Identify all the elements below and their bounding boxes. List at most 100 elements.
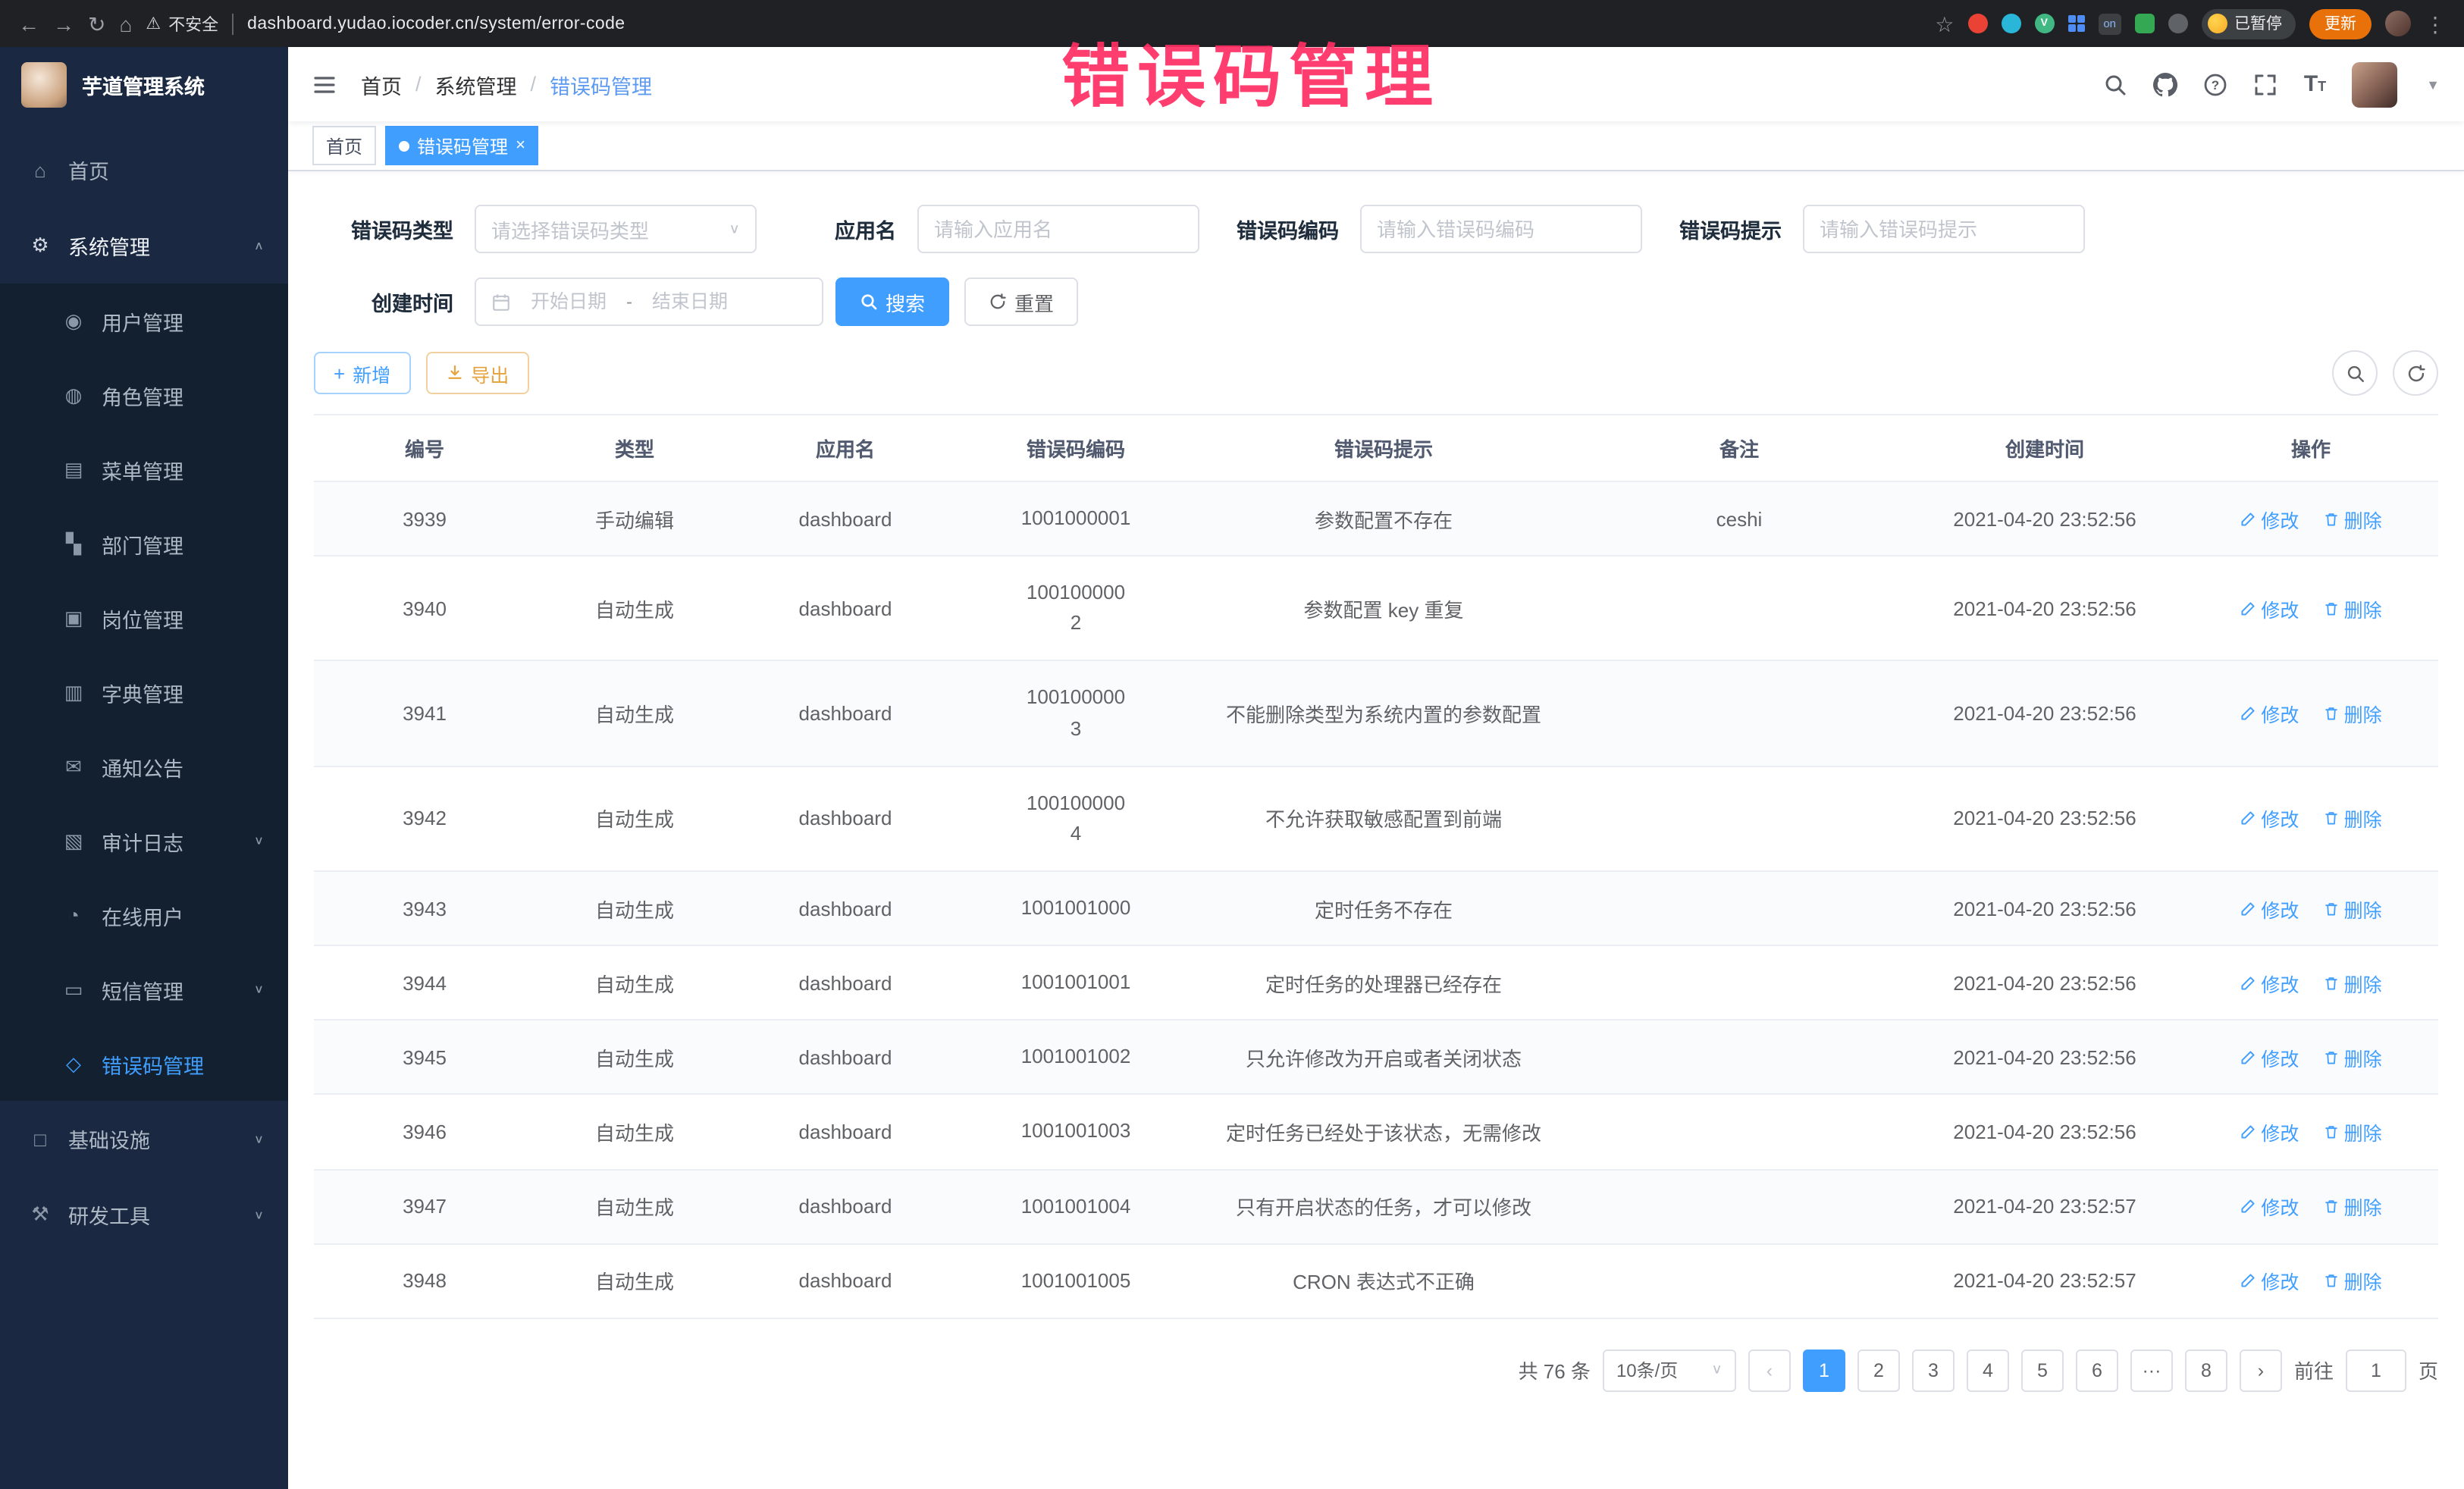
app-name-input[interactable] xyxy=(917,205,1199,253)
browser-menu-icon[interactable]: ⋮ xyxy=(2425,13,2446,34)
goto-page-input[interactable] xyxy=(2346,1350,2406,1392)
edit-link[interactable]: 修改 xyxy=(2240,699,2299,728)
delete-link[interactable]: 删除 xyxy=(2323,504,2382,533)
delete-link[interactable]: 删除 xyxy=(2323,1118,2382,1146)
view-tab[interactable]: 错误码管理 × xyxy=(385,126,539,165)
edit-link[interactable]: 修改 xyxy=(2240,1043,2299,1072)
cell-memo xyxy=(1572,1243,1906,1318)
extension-leaf-icon[interactable] xyxy=(2134,14,2154,33)
pagination: 共 76 条 10条/页 ∨ ‹ 1 2 3 xyxy=(314,1350,2438,1392)
extension-vue-devtools-icon[interactable]: V xyxy=(2034,14,2054,33)
refresh-button[interactable] xyxy=(2393,350,2438,396)
page-number-button[interactable]: 6 xyxy=(2076,1350,2118,1392)
sidebar-item[interactable]: ▥ 字典管理 xyxy=(0,655,288,729)
reload-icon[interactable]: ↻ xyxy=(88,13,105,34)
page-number-button[interactable]: 1 xyxy=(1803,1350,1845,1392)
extension-grid-icon[interactable] xyxy=(2067,15,2085,33)
profile-paused-chip[interactable]: 已暂停 xyxy=(2201,8,2296,39)
tab-close-icon[interactable]: × xyxy=(516,137,525,154)
fullscreen-icon[interactable] xyxy=(2254,72,2278,96)
forward-icon[interactable]: → xyxy=(53,13,74,34)
page-size-select[interactable]: 10条/页 ∨ xyxy=(1603,1350,1736,1392)
delete-link[interactable]: 删除 xyxy=(2323,968,2382,997)
view-tab[interactable]: 首页 × xyxy=(312,126,376,165)
sidebar-item[interactable]: ▭ 短信管理 ∨ xyxy=(0,952,288,1027)
error-code-input[interactable] xyxy=(1360,205,1642,253)
search-button[interactable]: 搜索 xyxy=(835,277,949,326)
page-number-button[interactable]: 4 xyxy=(1967,1350,2009,1392)
cell-app: dashboard xyxy=(734,661,957,766)
reset-button[interactable]: 重置 xyxy=(964,277,1078,326)
avatar-caret-icon[interactable]: ▼ xyxy=(2426,77,2440,92)
sidebar-item[interactable]: ▚ 部门管理 xyxy=(0,506,288,581)
sidebar-item[interactable]: ✉ 通知公告 xyxy=(0,729,288,804)
security-indicator[interactable]: ⚠ 不安全 xyxy=(146,11,218,36)
hamburger-icon[interactable] xyxy=(312,72,337,96)
delete-link[interactable]: 删除 xyxy=(2323,594,2382,623)
search-icon[interactable] xyxy=(2104,72,2128,96)
prev-page-button[interactable]: ‹ xyxy=(1748,1350,1791,1392)
cell-msg: 不能删除类型为系统内置的参数配置 xyxy=(1195,661,1572,766)
edit-link[interactable]: 修改 xyxy=(2240,1192,2299,1221)
page-number-button[interactable]: 5 xyxy=(2021,1350,2064,1392)
delete-link[interactable]: 删除 xyxy=(2323,894,2382,923)
bookmark-star-icon[interactable]: ☆ xyxy=(1935,13,1954,34)
edit-link[interactable]: 修改 xyxy=(2240,968,2299,997)
delete-link[interactable]: 删除 xyxy=(2323,1267,2382,1296)
extension-on-badge-icon[interactable]: on xyxy=(2099,13,2121,34)
edit-link[interactable]: 修改 xyxy=(2240,1267,2299,1296)
page-number-button[interactable]: 3 xyxy=(1912,1350,1955,1392)
user-avatar[interactable] xyxy=(2352,61,2397,107)
extension-drop-icon[interactable] xyxy=(2001,14,2020,33)
delete-link[interactable]: 删除 xyxy=(2323,1043,2382,1072)
edit-link[interactable]: 修改 xyxy=(2240,1118,2299,1146)
breadcrumb-system[interactable]: 系统管理 xyxy=(435,69,517,99)
add-button[interactable]: + 新增 xyxy=(314,352,410,394)
extension-pin-icon[interactable] xyxy=(2168,14,2187,33)
browser-home-icon[interactable]: ⌂ xyxy=(119,13,132,34)
delete-link-label: 删除 xyxy=(2344,504,2382,533)
help-icon[interactable]: ? xyxy=(2204,72,2228,96)
error-msg-input[interactable] xyxy=(1803,205,2085,253)
sidebar-item[interactable]: □ 基础设施 ∨ xyxy=(0,1101,288,1177)
sidebar-item[interactable]: ▧ 审计日志 ∨ xyxy=(0,804,288,878)
breadcrumb-home[interactable]: 首页 xyxy=(361,69,402,99)
sidebar-item[interactable]: ⚙ 系统管理 ∧ xyxy=(0,208,288,284)
sidebar-item[interactable]: ⌂ 首页 xyxy=(0,132,288,208)
next-page-button[interactable]: › xyxy=(2240,1350,2282,1392)
page-number-button[interactable]: 2 xyxy=(1857,1350,1900,1392)
page-number-button[interactable]: 8 xyxy=(2185,1350,2227,1392)
edit-link[interactable]: 修改 xyxy=(2240,594,2299,623)
cell-actions: 修改 删除 xyxy=(2183,1095,2438,1169)
browser-avatar[interactable] xyxy=(2385,11,2411,36)
back-icon[interactable]: ← xyxy=(18,13,39,34)
date-start-input[interactable] xyxy=(520,291,617,312)
delete-link[interactable]: 删除 xyxy=(2323,804,2382,833)
sidebar-item[interactable]: ◉ 用户管理 xyxy=(0,284,288,358)
url-text[interactable]: dashboard.yudao.iocoder.cn/system/error-… xyxy=(247,14,625,33)
cell-memo xyxy=(1572,945,1906,1020)
cell-type: 自动生成 xyxy=(535,1243,734,1318)
github-icon[interactable] xyxy=(2154,72,2178,96)
page-number-button[interactable]: ··· xyxy=(2130,1350,2173,1392)
create-time-label: 创建时间 xyxy=(314,287,453,317)
delete-link[interactable]: 删除 xyxy=(2323,1192,2382,1221)
browser-update-button[interactable]: 更新 xyxy=(2309,8,2372,39)
date-end-input[interactable] xyxy=(641,291,738,312)
error-type-select[interactable]: 请选择错误码类型 ∨ xyxy=(475,205,757,253)
edit-link[interactable]: 修改 xyxy=(2240,504,2299,533)
edit-link[interactable]: 修改 xyxy=(2240,894,2299,923)
export-button[interactable]: 导出 xyxy=(425,352,528,394)
sidebar-item[interactable]: ◔ 在线用户 xyxy=(0,878,288,952)
edit-link[interactable]: 修改 xyxy=(2240,804,2299,833)
sidebar-item[interactable]: ◇ 错误码管理 xyxy=(0,1027,288,1101)
font-size-icon[interactable]: TT xyxy=(2304,73,2326,96)
sidebar-item[interactable]: ▣ 岗位管理 xyxy=(0,581,288,655)
toggle-search-button[interactable] xyxy=(2332,350,2378,396)
sidebar-item[interactable]: ⚒ 研发工具 ∨ xyxy=(0,1177,288,1252)
date-range-picker[interactable]: - xyxy=(475,277,823,326)
sidebar-item[interactable]: ◍ 角色管理 xyxy=(0,358,288,432)
sidebar-item[interactable]: ▤ 菜单管理 xyxy=(0,432,288,506)
delete-link[interactable]: 删除 xyxy=(2323,699,2382,728)
extension-record-icon[interactable] xyxy=(1967,14,1987,33)
